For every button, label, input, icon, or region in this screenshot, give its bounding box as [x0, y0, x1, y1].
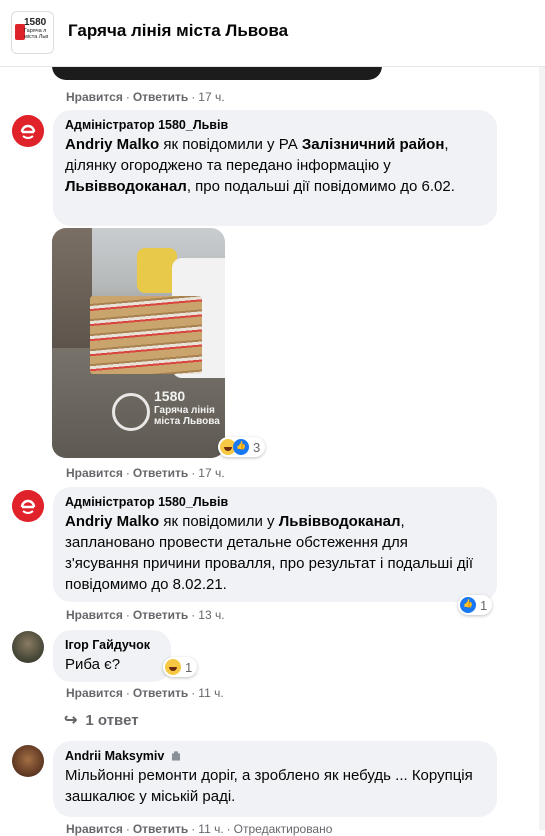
- mention-link[interactable]: Andriy Malko: [65, 513, 159, 530]
- view-replies-link[interactable]: ↪ 1 ответ: [64, 710, 139, 730]
- haha-reaction-icon: [165, 659, 181, 675]
- like-reaction-icon: [460, 597, 476, 613]
- wave-hand-icon: [172, 751, 180, 761]
- comment-actions: Нравится · Ответить · 11 ч. · Отредактировано: [66, 822, 333, 836]
- reply-link[interactable]: Ответить: [133, 822, 188, 836]
- logo-number: 1580: [24, 17, 47, 28]
- admin-logo-icon: [12, 490, 44, 522]
- mention-link[interactable]: Andriy Malko: [65, 136, 159, 153]
- comment-bubble: Адміністратор 1580_Львів Andriy Malko як…: [53, 487, 497, 602]
- scrollbar[interactable]: [539, 0, 545, 830]
- comment-author[interactable]: Адміністратор 1580_Львів: [65, 118, 485, 133]
- timestamp[interactable]: 11 ч.: [198, 822, 223, 836]
- timestamp[interactable]: 13 ч.: [198, 608, 224, 622]
- like-reaction-icon: [233, 439, 249, 455]
- reply-link[interactable]: Ответить: [133, 90, 188, 104]
- comment-actions: Нравится · Ответить · 13 ч.: [66, 608, 225, 622]
- reply-link[interactable]: Ответить: [133, 608, 188, 622]
- like-link[interactable]: Нравится: [66, 686, 123, 700]
- comment-actions: Нравится · Ответить · 17 ч.: [66, 90, 225, 104]
- reply-link[interactable]: Ответить: [133, 686, 188, 700]
- watermark-icon: [112, 393, 150, 431]
- comment-bubble: Andrii Maksymiv Мільйонні ремонти доріг,…: [53, 741, 497, 817]
- like-link[interactable]: Нравится: [66, 822, 123, 836]
- comment-bubble: Ігор Гайдучок Риба є?: [53, 630, 171, 682]
- reaction-count: 1: [480, 597, 488, 613]
- timestamp[interactable]: 17 ч.: [198, 466, 224, 480]
- comment-text: Мільйонні ремонти доріг, а зроблено як н…: [65, 767, 473, 805]
- comment-text: Andriy Malko як повідомили у РА Залізнич…: [65, 136, 455, 195]
- comment-text: Риба є?: [65, 656, 121, 673]
- comment-author: Andrii Maksymiv: [65, 749, 485, 764]
- avatar[interactable]: [12, 490, 44, 522]
- comment-author[interactable]: Ігор Гайдучок: [65, 638, 159, 653]
- comment-actions: Нравится · Ответить · 17 ч.: [66, 466, 225, 480]
- admin-logo-icon: [12, 115, 44, 147]
- watermark-text: Гаряча лінія міста Львова: [154, 405, 220, 427]
- comment-bubble: Адміністратор 1580_Львів Andriy Malko як…: [53, 110, 497, 226]
- reactions-badge[interactable]: 1: [163, 657, 198, 677]
- reaction-count: 3: [253, 439, 261, 455]
- timestamp[interactable]: 11 ч.: [198, 686, 223, 700]
- page-title[interactable]: Гаряча лінія міста Львова: [68, 21, 288, 41]
- reactions-badge[interactable]: 3: [218, 437, 266, 457]
- avatar[interactable]: [12, 631, 44, 663]
- barrier-planks: [90, 296, 202, 374]
- page-header: 1580 Гаряча л міста Льв Гаряча лінія міс…: [0, 0, 545, 67]
- like-link[interactable]: Нравится: [66, 608, 123, 622]
- comment-photo[interactable]: 1580 Гаряча лінія міста Львова: [52, 228, 225, 458]
- comment-author[interactable]: Адміністратор 1580_Львів: [65, 495, 485, 510]
- watermark-number: 1580: [154, 388, 186, 404]
- reply-arrow-icon: ↪: [64, 712, 78, 729]
- reply-link[interactable]: Ответить: [133, 466, 188, 480]
- like-link[interactable]: Нравится: [66, 466, 123, 480]
- like-link[interactable]: Нравится: [66, 90, 123, 104]
- reaction-count: 1: [185, 659, 193, 675]
- edited-label[interactable]: Отредактировано: [234, 822, 333, 836]
- avatar[interactable]: [12, 745, 44, 777]
- comment-text: Andriy Malko як повідомили у Львівводока…: [65, 513, 474, 593]
- logo-text: Гаряча л міста Льв: [24, 28, 49, 40]
- reactions-badge[interactable]: 1: [458, 595, 493, 615]
- page-logo[interactable]: 1580 Гаряча л міста Льв: [11, 11, 54, 54]
- avatar[interactable]: [12, 115, 44, 147]
- timestamp[interactable]: 17 ч.: [198, 90, 224, 104]
- comment-actions: Нравится · Ответить · 11 ч.: [66, 686, 224, 700]
